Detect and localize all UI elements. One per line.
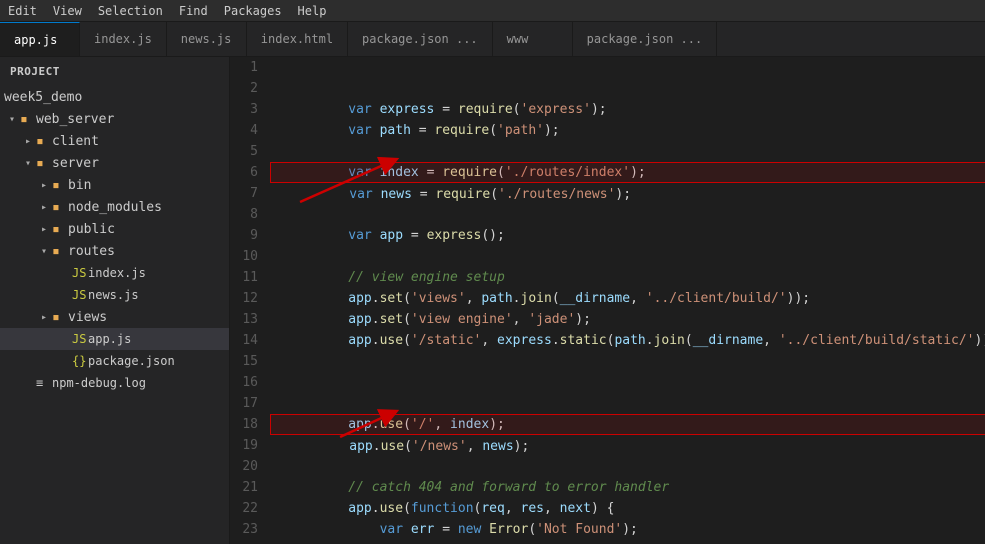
tabs-bar: app.js index.js news.js index.html packa… (0, 22, 985, 57)
code-line-14 (270, 330, 985, 351)
code-line-3: var path = require('path'); (270, 99, 985, 120)
menu-packages[interactable]: Packages (224, 4, 282, 18)
tab-index-js[interactable]: index.js (80, 22, 167, 56)
folder-icon: ▪ (36, 156, 52, 171)
sidebar: Project week5_demo ▾ ▪ web_server ▸ ▪ cl… (0, 57, 230, 544)
arrow-icon: ▾ (20, 158, 36, 169)
code-line-15 (270, 351, 985, 372)
editor-area: 1 2 3 4 5 6 7 8 9 10 11 12 13 14 15 16 1… (230, 57, 985, 544)
code-line-19 (270, 435, 985, 456)
code-line-6: var news = require('./routes/news'); (270, 162, 985, 183)
tree-item-routes[interactable]: ▾ ▪ routes (0, 240, 229, 262)
tab-package-json-1[interactable]: package.json ... (348, 22, 493, 56)
tab-app-js[interactable]: app.js (0, 22, 80, 56)
js-file-icon: JS (72, 288, 88, 302)
tab-news-js[interactable]: news.js (167, 22, 247, 56)
tab-www[interactable]: www (493, 22, 573, 56)
folder-icon: ▪ (52, 178, 68, 193)
code-line-1 (270, 57, 985, 78)
code-line-21: app.use(function(req, res, next) { (270, 477, 985, 498)
folder-icon: ▪ (52, 222, 68, 237)
code-line-13: app.use('/static', express.static(path.j… (270, 309, 985, 330)
code-line-10: // view engine setup (270, 246, 985, 267)
code-lines: var express = require('express'); var pa… (270, 57, 985, 544)
json-file-icon: {} (72, 354, 88, 368)
tree-item-week5[interactable]: week5_demo (0, 86, 229, 108)
code-line-18: app.use('/news', news); (270, 414, 985, 435)
folder-icon: ▪ (52, 244, 68, 259)
tree-item-news-js[interactable]: JS news.js (0, 284, 229, 306)
tab-index-html[interactable]: index.html (247, 22, 348, 56)
sidebar-header: Project (0, 57, 229, 86)
code-line-12: app.set('view engine', 'jade'); (270, 288, 985, 309)
code-line-22: var err = new Error('Not Found'); (270, 498, 985, 519)
menubar: Edit View Selection Find Packages Help (0, 0, 985, 22)
folder-icon: ▪ (20, 112, 36, 127)
tree-item-server[interactable]: ▾ ▪ server (0, 152, 229, 174)
folder-icon: ▪ (52, 200, 68, 215)
main-layout: Project week5_demo ▾ ▪ web_server ▸ ▪ cl… (0, 57, 985, 544)
tree-item-client[interactable]: ▸ ▪ client (0, 130, 229, 152)
code-line-4 (270, 120, 985, 141)
code-container[interactable]: 1 2 3 4 5 6 7 8 9 10 11 12 13 14 15 16 1… (230, 57, 985, 544)
js-file-icon: JS (72, 266, 88, 280)
js-file-icon: JS (72, 332, 88, 346)
code-line-2: var express = require('express'); (270, 78, 985, 99)
tree-item-node-modules[interactable]: ▸ ▪ node_modules (0, 196, 229, 218)
menu-help[interactable]: Help (298, 4, 327, 18)
arrow-icon: ▸ (20, 136, 36, 147)
tree-item-index-js[interactable]: JS index.js (0, 262, 229, 284)
code-line-5: var index = require('./routes/index'); (270, 141, 985, 162)
arrow-icon: ▸ (36, 180, 52, 191)
code-line-23: err.status = 404; (270, 519, 985, 540)
arrow-icon: ▾ (36, 246, 52, 257)
arrow-icon: ▸ (36, 312, 52, 323)
tree-item-app-js[interactable]: JS app.js (0, 328, 229, 350)
tree-item-package-json[interactable]: {} package.json (0, 350, 229, 372)
arrow-icon: ▾ (4, 114, 20, 125)
arrow-icon: ▸ (36, 202, 52, 213)
code-line-16 (270, 372, 985, 393)
menu-view[interactable]: View (53, 4, 82, 18)
tab-package-json-2[interactable]: package.json ... (573, 22, 718, 56)
line-numbers: 1 2 3 4 5 6 7 8 9 10 11 12 13 14 15 16 1… (230, 57, 270, 544)
tree-item-web-server[interactable]: ▾ ▪ web_server (0, 108, 229, 130)
code-line-17: app.use('/', index); (270, 393, 985, 414)
menu-selection[interactable]: Selection (98, 4, 163, 18)
tree-item-views[interactable]: ▸ ▪ views (0, 306, 229, 328)
log-file-icon: ≡ (36, 376, 52, 390)
code-line-9 (270, 225, 985, 246)
code-line-20: // catch 404 and forward to error handle… (270, 456, 985, 477)
folder-icon: ▪ (36, 134, 52, 149)
code-line-8: var app = express(); (270, 204, 985, 225)
code-line-24: res.send('404 Not Found'); (270, 540, 985, 544)
code-line-11: app.set('views', path.join(__dirname, '.… (270, 267, 985, 288)
arrow-icon: ▸ (36, 224, 52, 235)
menu-find[interactable]: Find (179, 4, 208, 18)
code-line-7 (270, 183, 985, 204)
menu-edit[interactable]: Edit (8, 4, 37, 18)
folder-icon: ▪ (52, 310, 68, 325)
tree-item-npm-debug[interactable]: ≡ npm-debug.log (0, 372, 229, 394)
tree-item-bin[interactable]: ▸ ▪ bin (0, 174, 229, 196)
tree-item-public[interactable]: ▸ ▪ public (0, 218, 229, 240)
